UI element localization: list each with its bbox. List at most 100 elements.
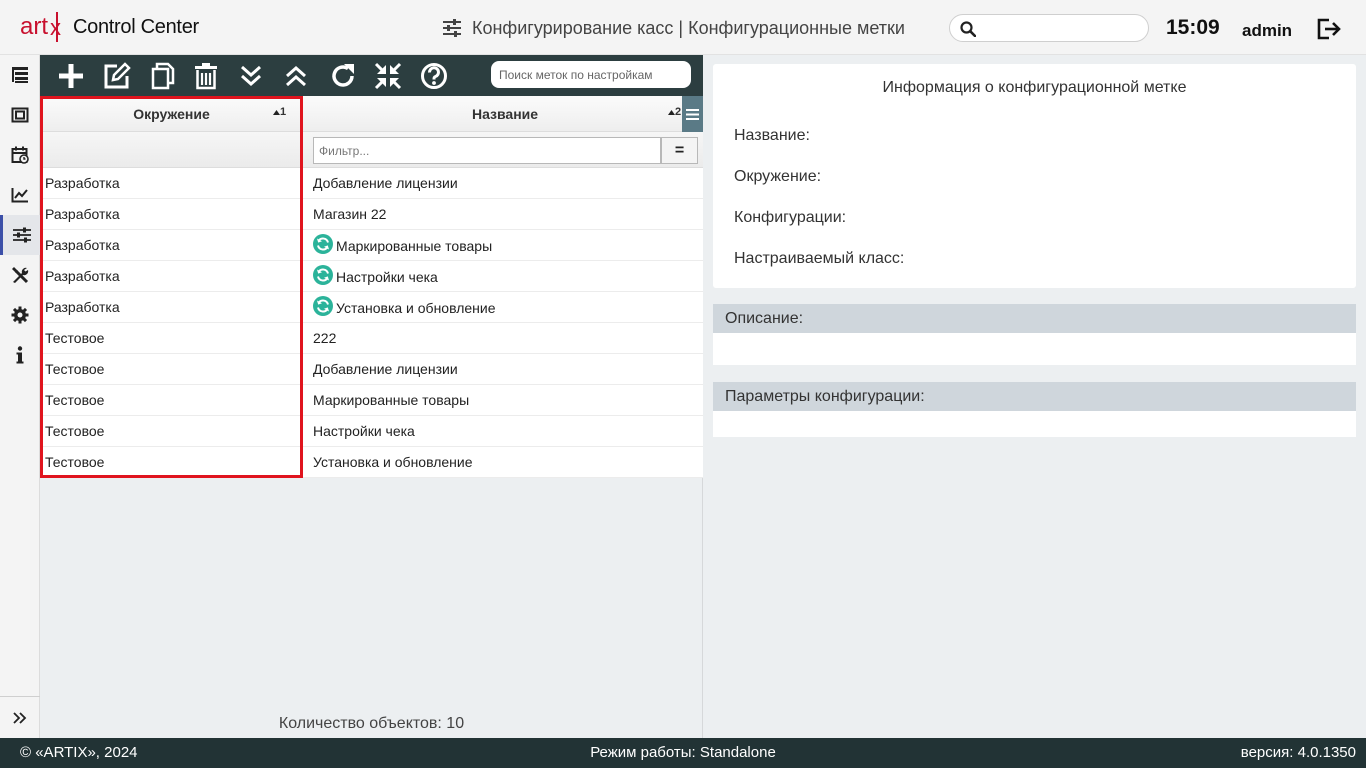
grid-toolbar bbox=[40, 55, 703, 96]
filter-row: = bbox=[40, 132, 703, 168]
cell-name-text: Настройки чека bbox=[313, 423, 415, 439]
cell-name: Установка и обновление bbox=[313, 296, 496, 316]
compress-button[interactable] bbox=[373, 61, 403, 91]
cell-name: Магазин 22 bbox=[313, 206, 386, 222]
info-icon bbox=[16, 346, 24, 364]
logout-button[interactable] bbox=[1316, 17, 1342, 46]
nav-item-schedule[interactable] bbox=[0, 135, 40, 175]
edit-icon bbox=[104, 62, 131, 89]
cell-name-text: Настройки чека bbox=[336, 268, 438, 285]
table-row[interactable]: Тестовое 222 bbox=[40, 323, 703, 354]
delete-button[interactable] bbox=[191, 61, 221, 91]
grid-rows: Разработка Добавление лицензии Разработка М… bbox=[40, 168, 703, 478]
nav-item-reports[interactable] bbox=[0, 175, 40, 215]
description-section-body bbox=[713, 333, 1356, 365]
cell-name-text: Добавление лицензии bbox=[313, 175, 458, 191]
expand-all-icon bbox=[241, 65, 261, 87]
cell-name-text: Установка и обновление bbox=[313, 454, 473, 470]
collapse-all-button[interactable] bbox=[281, 61, 311, 91]
compress-icon bbox=[374, 62, 402, 90]
cell-environment: Разработка bbox=[45, 206, 120, 222]
artix-logo[interactable]: art x Control Center bbox=[20, 10, 199, 44]
nav-item-config[interactable] bbox=[0, 215, 40, 255]
nav-item-settings[interactable] bbox=[0, 295, 40, 335]
work-mode: Режим работы: Standalone bbox=[590, 744, 776, 761]
sort-indicator: 2 bbox=[668, 106, 681, 118]
nav-item-media[interactable] bbox=[0, 95, 40, 135]
refresh-button[interactable] bbox=[328, 61, 358, 91]
cell-name: 222 bbox=[313, 330, 336, 346]
grid-header: Окружение 1 Название 2 bbox=[40, 96, 703, 132]
refresh-icon bbox=[332, 64, 354, 87]
cell-name-text: Добавление лицензии bbox=[313, 361, 458, 377]
nav-item-tools[interactable] bbox=[0, 255, 40, 295]
cell-environment: Разработка bbox=[45, 175, 120, 191]
sliders-icon bbox=[12, 227, 31, 243]
object-count: Количество объектов: 10 bbox=[278, 715, 465, 732]
table-row[interactable]: Тестовое Добавление лицензии bbox=[40, 354, 703, 385]
chevrons-right-icon bbox=[13, 711, 27, 724]
expand-all-button[interactable] bbox=[236, 61, 266, 91]
delete-icon bbox=[195, 63, 217, 90]
column-label: Название bbox=[471, 106, 539, 122]
sync-icon bbox=[313, 265, 333, 285]
collapse-all-icon bbox=[286, 65, 306, 87]
tag-search-input[interactable] bbox=[491, 61, 691, 88]
gear-icon bbox=[11, 306, 29, 324]
cell-environment: Тестовое bbox=[45, 392, 105, 408]
current-user[interactable]: admin bbox=[1242, 21, 1292, 41]
nav-expand-button[interactable] bbox=[0, 696, 40, 738]
cell-name-text: Установка и обновление bbox=[336, 299, 496, 316]
cell-environment: Разработка bbox=[45, 237, 120, 253]
chart-line-icon bbox=[11, 188, 28, 203]
app-name: Control Center bbox=[73, 15, 199, 38]
info-label-class: Настраиваемый класс: bbox=[734, 250, 905, 267]
table-row[interactable]: Тестовое Установка и обновление bbox=[40, 447, 703, 478]
params-section-header: Параметры конфигурации: bbox=[713, 382, 1356, 411]
info-label-environment: Окружение: bbox=[734, 168, 822, 185]
table-row[interactable]: Разработка Установка и обновление bbox=[40, 292, 703, 323]
info-title: Информация о конфигурационной метке bbox=[882, 79, 1187, 96]
add-icon bbox=[59, 64, 83, 88]
nav-item-about[interactable] bbox=[0, 335, 40, 375]
film-frame-icon bbox=[11, 107, 29, 123]
help-button[interactable] bbox=[419, 61, 449, 91]
sort-up-icon bbox=[273, 110, 280, 115]
global-search[interactable] bbox=[949, 14, 1149, 42]
sliders-icon bbox=[443, 19, 461, 37]
column-header-name[interactable]: Название bbox=[303, 96, 707, 132]
description-section-header: Описание: bbox=[713, 304, 1356, 333]
help-icon bbox=[421, 63, 447, 89]
cell-name-text: 222 bbox=[313, 330, 337, 346]
table-row[interactable]: Разработка Добавление лицензии bbox=[40, 168, 703, 199]
column-header-environment[interactable]: Окружение bbox=[40, 96, 303, 132]
add-button[interactable] bbox=[56, 61, 86, 91]
sync-icon bbox=[313, 234, 333, 254]
global-search-input[interactable] bbox=[980, 18, 1140, 38]
cell-name: Маркированные товары bbox=[313, 234, 492, 254]
cell-environment: Тестовое bbox=[45, 330, 105, 346]
copy-button[interactable] bbox=[148, 61, 178, 91]
cell-environment: Тестовое bbox=[45, 454, 105, 470]
search-icon bbox=[960, 21, 976, 37]
table-row[interactable]: Тестовое Настройки чека bbox=[40, 416, 703, 447]
left-nav bbox=[0, 55, 40, 738]
filter-operator-button[interactable]: = bbox=[661, 137, 698, 164]
cell-environment: Разработка bbox=[45, 299, 120, 315]
info-label-configurations: Конфигурации: bbox=[734, 209, 847, 226]
table-row[interactable]: Разработка Маркированные товары bbox=[40, 230, 703, 261]
nav-item-structure[interactable] bbox=[0, 55, 40, 95]
column-menu-button[interactable] bbox=[682, 96, 703, 132]
table-row[interactable]: Разработка Магазин 22 bbox=[40, 199, 703, 230]
cell-name: Маркированные товары bbox=[313, 392, 469, 408]
menu-icon bbox=[686, 108, 699, 120]
cell-environment: Тестовое bbox=[45, 361, 105, 377]
table-row[interactable]: Тестовое Маркированные товары bbox=[40, 385, 703, 416]
cell-name: Установка и обновление bbox=[313, 454, 473, 470]
app-footer: © «ARTIX», 2024 Режим работы: Standalone… bbox=[0, 738, 1366, 768]
table-row[interactable]: Разработка Настройки чека bbox=[40, 261, 703, 292]
edit-button[interactable] bbox=[102, 61, 132, 91]
tools-icon bbox=[12, 267, 29, 284]
name-filter-input[interactable] bbox=[313, 137, 661, 164]
column-label: Окружение bbox=[133, 106, 210, 122]
